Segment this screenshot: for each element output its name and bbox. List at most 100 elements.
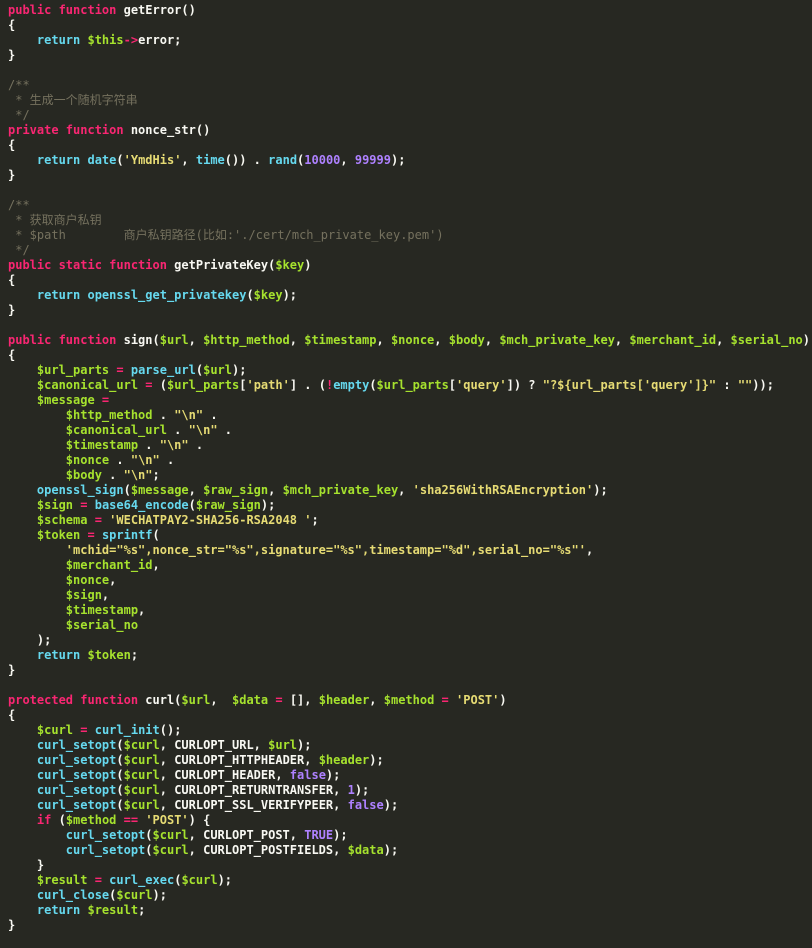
code-token: ( xyxy=(116,753,124,767)
code-token: , CURLOPT_SSL_VERIFYPEER, xyxy=(159,798,348,812)
code-token: , xyxy=(434,333,449,347)
code-line: { xyxy=(8,138,812,153)
code-token: $merchant_id xyxy=(65,558,153,572)
code-token: $sign xyxy=(36,498,74,512)
code-token: public function xyxy=(8,3,124,17)
code-token: 'sha256WithRSAEncryption' xyxy=(412,483,594,497)
code-token: . xyxy=(188,438,204,452)
code-token: $method xyxy=(383,693,435,707)
code-token: return xyxy=(36,153,88,167)
code-line: */ xyxy=(8,108,812,123)
code-line: return $token; xyxy=(8,648,812,663)
code-token: ); xyxy=(325,768,341,782)
code-token: curl_setopt xyxy=(36,753,117,767)
code-token: ) { xyxy=(188,813,211,827)
code-token: } xyxy=(8,858,45,872)
code-view[interactable]: public function getError(){ return $this… xyxy=(8,3,812,933)
code-line: * 获取商户私钥 xyxy=(8,213,812,228)
code-line: ​ xyxy=(8,678,812,693)
code-token: $http_method xyxy=(65,408,153,422)
code-line: { xyxy=(8,708,812,723)
code-token: $url xyxy=(203,363,233,377)
code-token: . xyxy=(166,423,189,437)
code-token: $mch_private_key xyxy=(282,483,399,497)
code-token: $serial_no xyxy=(730,333,803,347)
code-line: if ($method == 'POST') { xyxy=(8,813,812,828)
code-token: ); xyxy=(593,483,608,497)
code-line: curl_setopt($curl, CURLOPT_POST, TRUE); xyxy=(8,828,812,843)
code-line: /** xyxy=(8,198,812,213)
code-token: public static function xyxy=(8,258,175,272)
code-token: , xyxy=(210,693,232,707)
code-token: , xyxy=(289,333,305,347)
code-token: , CURLOPT_RETURNTRANSFER, xyxy=(159,783,348,797)
code-line: curl_setopt($curl, CURLOPT_RETURNTRANSFE… xyxy=(8,783,812,798)
code-token: , xyxy=(398,483,413,497)
code-token: 99999 xyxy=(354,153,391,167)
code-token: curl( xyxy=(145,693,182,707)
code-token: curl_setopt xyxy=(36,783,117,797)
code-token: , xyxy=(614,333,630,347)
code-line: $http_method . "\n" . xyxy=(8,408,812,423)
code-token: , CURLOPT_HTTPHEADER, xyxy=(159,753,319,767)
code-token: $curl xyxy=(116,888,153,902)
code-token: . xyxy=(109,453,131,467)
code-token: [ xyxy=(448,378,457,392)
code-token: $message xyxy=(36,393,95,407)
code-token: , CURLOPT_URL, xyxy=(159,738,269,752)
code-token: $curl xyxy=(36,723,74,737)
code-token: { xyxy=(8,138,16,152)
code-token: = xyxy=(73,498,95,512)
code-line: $sign, xyxy=(8,588,812,603)
code-line: ​ xyxy=(8,318,812,333)
code-token: $schema xyxy=(36,513,88,527)
code-token: ) xyxy=(802,333,811,347)
code-token: */ xyxy=(8,243,30,257)
code-token: protected function xyxy=(8,693,146,707)
code-token: } xyxy=(8,663,16,677)
code-line: ​ xyxy=(8,183,812,198)
code-token: = xyxy=(268,693,290,707)
code-token: = xyxy=(109,363,131,377)
code-token: $token xyxy=(87,648,131,662)
code-line: $canonical_url = ($url_parts['path'] . (… xyxy=(8,378,812,393)
code-token: ); xyxy=(232,363,247,377)
code-line: public function sign($url, $http_method,… xyxy=(8,333,812,348)
code-token: $curl xyxy=(123,783,160,797)
code-token: (); xyxy=(159,723,182,737)
code-token: ; xyxy=(130,648,139,662)
code-token: error; xyxy=(138,33,182,47)
code-token: -> xyxy=(123,33,139,47)
code-token: $curl xyxy=(152,843,189,857)
code-token: , CURLOPT_POST, xyxy=(188,828,305,842)
code-editor[interactable]: public function getError(){ return $this… xyxy=(0,0,812,948)
code-token: ( xyxy=(145,828,153,842)
code-token: = xyxy=(434,693,457,707)
code-token: getError() xyxy=(123,3,196,17)
code-token: $nonce xyxy=(65,573,110,587)
code-token: ( xyxy=(116,738,124,752)
code-token: curl_init xyxy=(94,723,160,737)
code-token: ( xyxy=(188,498,196,512)
code-token: return xyxy=(36,288,88,302)
code-token: curl_setopt xyxy=(36,798,117,812)
code-token: ( xyxy=(116,768,124,782)
code-line: } xyxy=(8,918,812,933)
code-token: $timestamp xyxy=(65,438,139,452)
code-token: $curl xyxy=(123,768,160,782)
